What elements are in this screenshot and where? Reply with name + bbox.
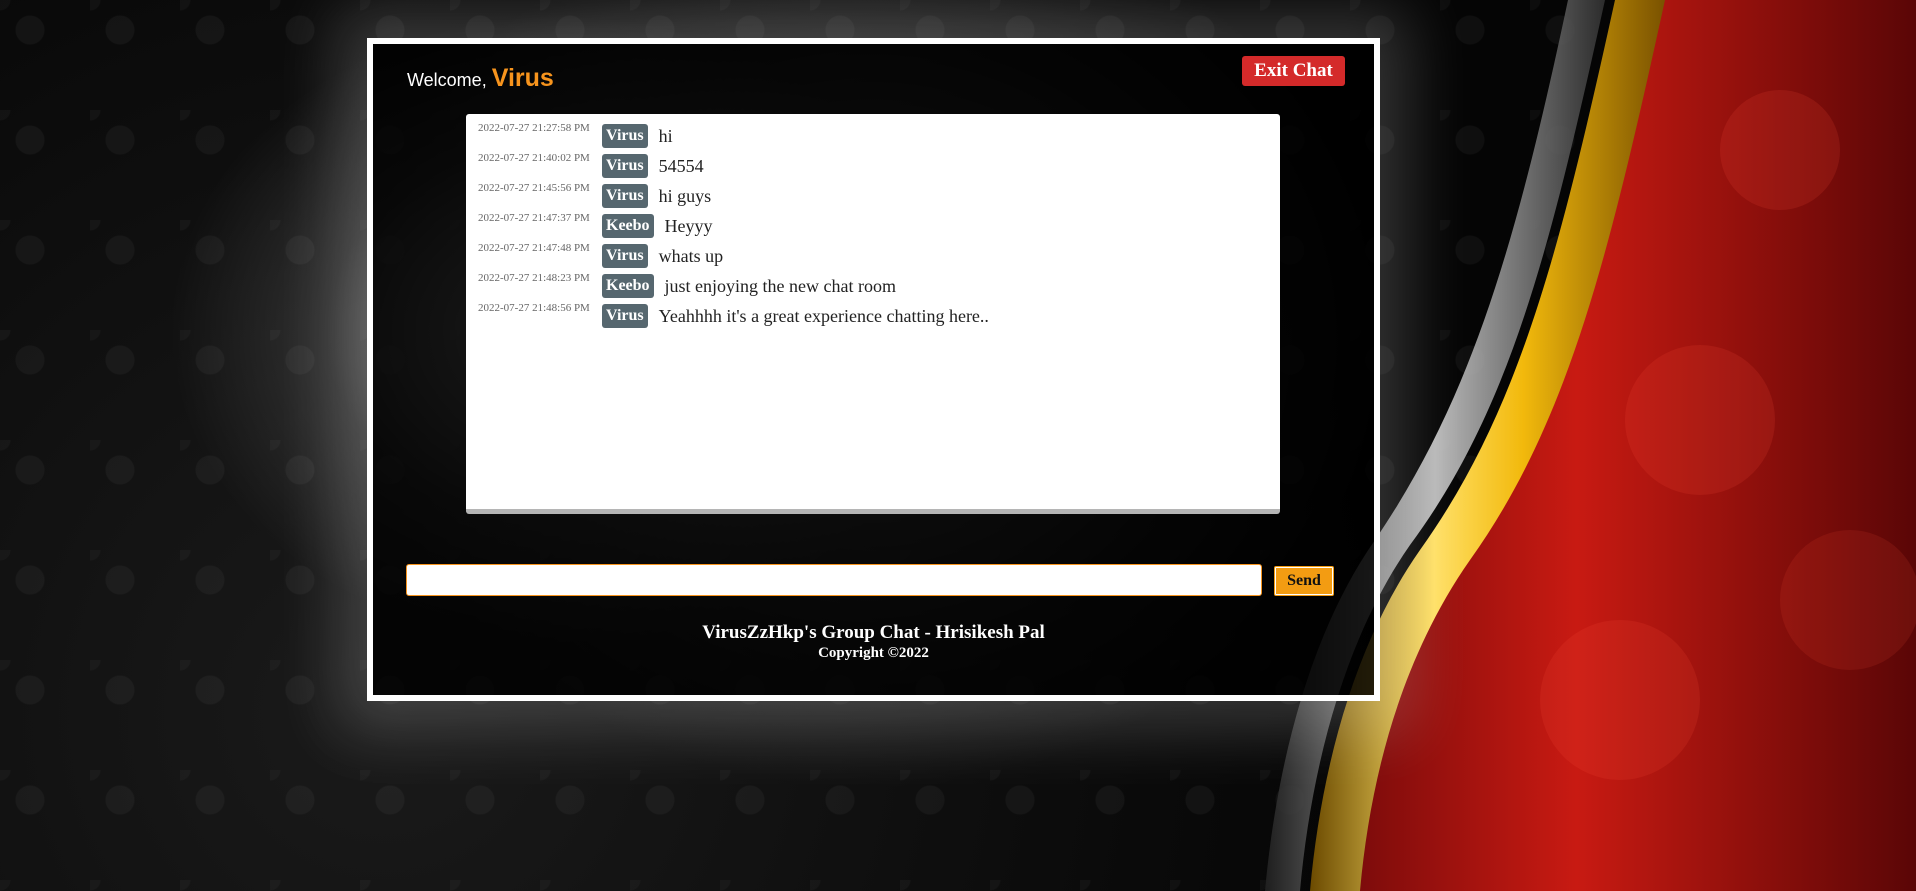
message-timestamp: 2022-07-27 21:48:23 PM — [478, 272, 590, 284]
message-timestamp: 2022-07-27 21:40:02 PM — [478, 152, 590, 164]
message-row: 2022-07-27 21:40:02 PM Virus 54554 — [466, 141, 1280, 178]
message-user-badge: Virus — [602, 304, 648, 328]
messages-container: 2022-07-27 21:27:58 PM Virus hi 2022-07-… — [466, 114, 1280, 328]
message-timestamp: 2022-07-27 21:45:56 PM — [478, 182, 590, 194]
footer: VirusZzHkp's Group Chat - Hrisikesh Pal … — [373, 622, 1374, 662]
exit-chat-button[interactable]: Exit Chat — [1242, 56, 1345, 86]
welcome-header: Welcome, Virus — [407, 64, 554, 93]
message-list[interactable]: 2022-07-27 21:27:58 PM Virus hi 2022-07-… — [466, 114, 1280, 514]
message-row: 2022-07-27 21:45:56 PM Virus hi guys — [466, 171, 1280, 208]
message-input[interactable] — [406, 564, 1262, 596]
message-row: 2022-07-27 21:27:58 PM Virus hi — [466, 114, 1280, 148]
send-button[interactable]: Send — [1272, 564, 1336, 598]
message-timestamp: 2022-07-27 21:47:37 PM — [478, 212, 590, 224]
welcome-label: Welcome, — [407, 70, 487, 90]
message-timestamp: 2022-07-27 21:47:48 PM — [478, 242, 590, 254]
message-row: 2022-07-27 21:48:23 PM Keebo just enjoyi… — [466, 261, 1280, 298]
footer-title: VirusZzHkp's Group Chat - Hrisikesh Pal — [702, 622, 1045, 643]
message-timestamp: 2022-07-27 21:48:56 PM — [478, 302, 590, 314]
message-row: 2022-07-27 21:48:56 PM Virus Yeahhhh it'… — [466, 291, 1280, 328]
message-row: 2022-07-27 21:47:37 PM Keebo Heyyy — [466, 201, 1280, 238]
message-timestamp: 2022-07-27 21:27:58 PM — [478, 122, 590, 134]
message-row: 2022-07-27 21:47:48 PM Virus whats up — [466, 231, 1280, 268]
message-text: Yeahhhh it's a great experience chatting… — [658, 306, 989, 326]
footer-copyright: Copyright ©2022 — [818, 645, 929, 661]
chat-panel: Welcome, Virus Exit Chat 2022-07-27 21:2… — [367, 38, 1380, 701]
current-username: Virus — [491, 64, 554, 92]
